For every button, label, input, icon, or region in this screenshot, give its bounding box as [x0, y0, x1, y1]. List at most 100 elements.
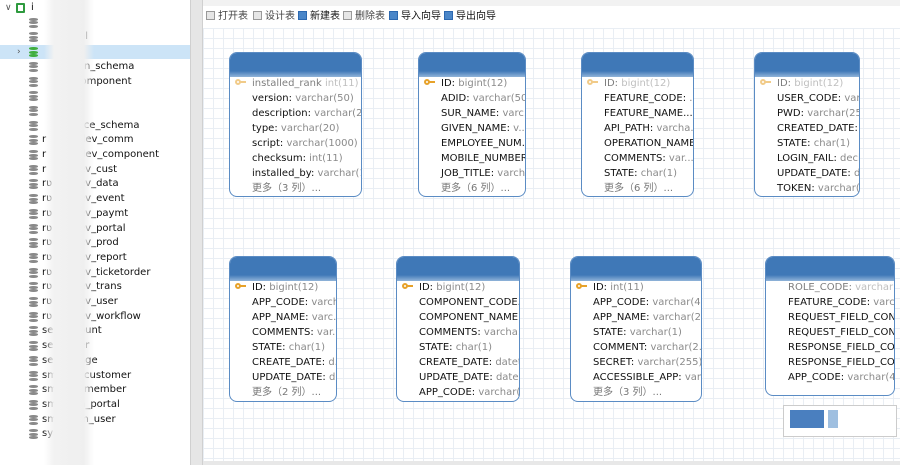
more-columns-link[interactable]: 更多（6 列）...: [419, 181, 525, 196]
expand-arrow-icon[interactable]: ›: [17, 45, 21, 59]
er-table-header[interactable]: [582, 53, 693, 77]
er-field-row[interactable]: OPERATION_NAME: [582, 136, 693, 151]
tree-item[interactable]: ation_schema: [0, 60, 190, 74]
er-table-header[interactable]: [571, 257, 701, 281]
er-field-row[interactable]: STATE: char(1): [230, 340, 336, 355]
er-field-row[interactable]: REQUEST_FIELD_CON...: [766, 310, 894, 325]
er-field-row[interactable]: ROLE_CODE: varchar(...: [766, 280, 894, 295]
er-field-row[interactable]: type: varchar(20): [230, 121, 361, 136]
er-field-row[interactable]: COMPONENT_NAME...: [397, 310, 519, 325]
er-field-row[interactable]: ID: bigint(12): [397, 280, 519, 295]
tree-item[interactable]: sys: [0, 427, 190, 441]
er-field-row[interactable]: USER_CODE: var...: [755, 91, 859, 106]
er-diagram-canvas[interactable]: installed_rank int(11) version: varchar(5…: [203, 28, 900, 465]
database-tree[interactable]: ∨iustortal›aaation_schemad-component_sql…: [0, 0, 190, 465]
er-field-row[interactable]: ID: bigint(12): [582, 76, 693, 91]
er-field-row[interactable]: PWD: varchar(255): [755, 106, 859, 121]
er-field-row[interactable]: FEATURE_NAME...: [582, 106, 693, 121]
tree-item[interactable]: [0, 89, 190, 103]
er-field-row[interactable]: ID: int(11): [571, 280, 701, 295]
er-table-card[interactable]: ROLE_CODE: varchar(...FEATURE_CODE: varc…: [765, 256, 895, 396]
er-field-row[interactable]: SECRET: varchar(255): [571, 355, 701, 370]
delete-table-button[interactable]: 删除表: [343, 10, 385, 24]
er-field-row[interactable]: CREATE_DATE: d...: [230, 355, 336, 370]
er-table-card[interactable]: ID: bigint(12)APP_CODE: varch...APP_NAME…: [229, 256, 337, 402]
er-table-header[interactable]: [230, 257, 336, 281]
er-field-row[interactable]: FEATURE_CODE: varchar(...: [766, 295, 894, 310]
er-field-row[interactable]: APP_NAME: varchar(2...: [571, 310, 701, 325]
pane-splitter[interactable]: [190, 0, 203, 465]
er-field-row[interactable]: RESPONSE_FIELD_CO...: [766, 355, 894, 370]
er-table-card[interactable]: ID: bigint(12) COMPONENT_CODE... COMPONEN…: [396, 256, 520, 402]
er-field-row[interactable]: STATE: char(1): [582, 166, 693, 181]
er-field-row[interactable]: COMMENT: varchar(2...: [571, 340, 701, 355]
er-field-row[interactable]: STATE: char(1): [397, 340, 519, 355]
er-table-card[interactable]: ID: int(11)APP_CODE: varchar(40)APP_NAME…: [570, 256, 702, 402]
tree-item[interactable]: d-component: [0, 75, 190, 89]
tree-item[interactable]: rʋev_portal: [0, 222, 190, 236]
export-wizard-button[interactable]: 导出向导: [444, 10, 496, 24]
er-field-row[interactable]: script: varchar(1000): [230, 136, 361, 151]
tree-item[interactable]: rʋev_trans: [0, 280, 190, 294]
tree-item[interactable]: rʋev_workflow: [0, 310, 190, 324]
er-field-row[interactable]: COMMENTS: var...: [230, 325, 336, 340]
tree-item[interactable]: seer: [0, 339, 190, 353]
er-table-header[interactable]: [766, 257, 894, 281]
er-field-row[interactable]: CREATED_DATE: ...: [755, 121, 859, 136]
er-field-row[interactable]: RESPONSE_FIELD_CO...: [766, 340, 894, 355]
er-field-row[interactable]: APP_CODE: varchar(40): [571, 295, 701, 310]
tree-item[interactable]: rʋev_ticketorder: [0, 266, 190, 280]
er-field-row[interactable]: STATE: varchar(1): [571, 325, 701, 340]
er-field-row[interactable]: API_PATH: varcha...: [582, 121, 693, 136]
er-field-row[interactable]: FEATURE_CODE: ...: [582, 91, 693, 106]
er-table-card[interactable]: ID: bigint(12)FEATURE_CODE: ...FEATURE_N…: [581, 52, 694, 197]
er-field-row[interactable]: GIVEN_NAME: v...: [419, 121, 525, 136]
import-wizard-button[interactable]: 导入向导: [389, 10, 441, 24]
tree-item[interactable]: seage: [0, 354, 190, 368]
diagram-minimap[interactable]: [783, 405, 897, 437]
er-field-row[interactable]: COMPONENT_CODE...: [397, 295, 519, 310]
er-field-row[interactable]: ID: bigint(12): [419, 76, 525, 91]
tree-item[interactable]: seount: [0, 324, 190, 338]
er-table-card[interactable]: ID: bigint(12)ADID: varchar(50)SUR_NAME:…: [418, 52, 526, 197]
er-field-row[interactable]: EMPLOYEE_NUM...: [419, 136, 525, 151]
er-field-row[interactable]: ADID: varchar(50): [419, 91, 525, 106]
tree-item[interactable]: rʋev_user: [0, 295, 190, 309]
er-field-row[interactable]: COMMENTS: var...: [582, 151, 693, 166]
er-field-row[interactable]: TOKEN: varchar(...: [755, 181, 859, 196]
tree-item[interactable]: rʋev_prod: [0, 236, 190, 250]
er-field-row[interactable]: ID: bigint(12): [755, 76, 859, 91]
er-field-row[interactable]: STATE: char(1): [755, 136, 859, 151]
er-field-row[interactable]: APP_NAME: varc...: [230, 310, 336, 325]
er-field-row[interactable]: ACCESSIBLE_APP: varc...: [571, 370, 701, 385]
er-field-row[interactable]: checksum: int(11): [230, 151, 361, 166]
tree-item[interactable]: rʋev_event: [0, 192, 190, 206]
er-field-row[interactable]: MOBILE_NUMBER...: [419, 151, 525, 166]
er-field-row[interactable]: installed_by: varchar(1...: [230, 166, 361, 181]
tree-item[interactable]: rʋev_paymt: [0, 207, 190, 221]
er-table-header[interactable]: [397, 257, 519, 281]
tree-item[interactable]: ∨ i: [0, 1, 190, 15]
er-field-row[interactable]: COMMENTS: varcha...: [397, 325, 519, 340]
er-field-row[interactable]: SUR_NAME: varc...: [419, 106, 525, 121]
tree-item[interactable]: ust: [0, 16, 190, 30]
er-field-row[interactable]: UPDATE_DATE: d...: [230, 370, 336, 385]
er-field-row[interactable]: APP_CODE: varchar(...: [397, 385, 519, 400]
er-table-card[interactable]: ID: bigint(12)USER_CODE: var...PWD: varc…: [754, 52, 860, 197]
er-field-row[interactable]: version: varchar(50): [230, 91, 361, 106]
er-field-row[interactable]: APP_CODE: varchar(40): [766, 370, 894, 385]
tree-item[interactable]: sm_customer: [0, 369, 190, 383]
tree-item[interactable]: smm_user: [0, 413, 190, 427]
tree-item[interactable]: rʋev_report: [0, 251, 190, 265]
tree-item[interactable]: rev_cust: [0, 163, 190, 177]
tree-item[interactable]: _sql: [0, 104, 190, 118]
er-field-row[interactable]: JOB_TITLE: varch...: [419, 166, 525, 181]
tree-item[interactable]: sm_member: [0, 383, 190, 397]
new-table-button[interactable]: 新建表: [298, 10, 340, 24]
more-columns-link[interactable]: 更多（2 列）...: [230, 385, 336, 400]
er-field-row[interactable]: LOGIN_FAIL: deci...: [755, 151, 859, 166]
er-field-row[interactable]: APP_CODE: varch...: [230, 295, 336, 310]
tree-item[interactable]: rdev_comm: [0, 133, 190, 147]
more-columns-link[interactable]: 更多（3 列）...: [230, 181, 361, 196]
er-field-row[interactable]: CREATE_DATE: datet...: [397, 355, 519, 370]
